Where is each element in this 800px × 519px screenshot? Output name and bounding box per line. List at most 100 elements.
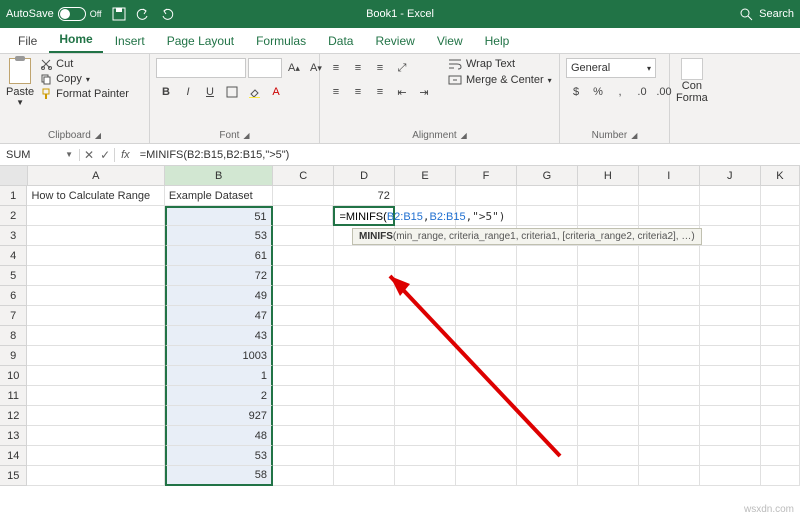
merge-center-button[interactable]: Merge & Center ▾ <box>448 74 552 86</box>
row-header-5[interactable]: 5 <box>0 266 27 286</box>
align-center-button[interactable]: ≡ <box>348 82 368 102</box>
cell-H14[interactable] <box>578 446 639 466</box>
select-all-corner[interactable] <box>0 166 28 186</box>
cell-I12[interactable] <box>639 406 700 426</box>
undo-icon[interactable] <box>136 7 150 21</box>
cell-G11[interactable] <box>517 386 578 406</box>
cell-F9[interactable] <box>456 346 517 366</box>
cell-J13[interactable] <box>700 426 761 446</box>
cell-B2[interactable]: 51 <box>165 206 273 226</box>
cancel-icon[interactable]: ✕ <box>84 148 94 162</box>
row-header-14[interactable]: 14 <box>0 446 27 466</box>
col-header-A[interactable]: A <box>28 166 166 186</box>
cell-F1[interactable] <box>456 186 517 206</box>
dialog-launcher-icon[interactable]: ◢ <box>95 131 101 140</box>
cell-I7[interactable] <box>639 306 700 326</box>
cell-A9[interactable] <box>27 346 164 366</box>
cell-H2[interactable] <box>578 206 639 226</box>
cell-I2[interactable] <box>639 206 700 226</box>
cell-F8[interactable] <box>456 326 517 346</box>
cell-A14[interactable] <box>27 446 164 466</box>
cell-E13[interactable] <box>395 426 456 446</box>
cell-H11[interactable] <box>578 386 639 406</box>
cell-D14[interactable] <box>334 446 395 466</box>
cell-B15[interactable]: 58 <box>165 466 273 486</box>
cell-A6[interactable] <box>27 286 164 306</box>
cell-A4[interactable] <box>27 246 164 266</box>
col-header-E[interactable]: E <box>395 166 456 186</box>
tab-insert[interactable]: Insert <box>105 29 155 53</box>
cell-F15[interactable] <box>456 466 517 486</box>
search-label[interactable]: Search <box>759 8 794 20</box>
row-header-2[interactable]: 2 <box>0 206 27 226</box>
row-header-10[interactable]: 10 <box>0 366 27 386</box>
cell-C11[interactable] <box>273 386 334 406</box>
cell-H15[interactable] <box>578 466 639 486</box>
tab-file[interactable]: File <box>8 29 47 53</box>
align-right-button[interactable]: ≡ <box>370 82 390 102</box>
col-header-B[interactable]: B <box>165 166 273 186</box>
align-middle-button[interactable]: ≡ <box>348 58 368 78</box>
cell-J11[interactable] <box>700 386 761 406</box>
cell-B1[interactable]: Example Dataset <box>165 186 273 206</box>
cell-D8[interactable] <box>334 326 395 346</box>
conditional-formatting-button[interactable]: Con Forma <box>676 58 708 139</box>
formula-input[interactable]: =MINIFS(B2:B15,B2:B15,">5") <box>136 149 800 161</box>
cell-A12[interactable] <box>27 406 164 426</box>
cell-F6[interactable] <box>456 286 517 306</box>
cell-F11[interactable] <box>456 386 517 406</box>
cell-D11[interactable] <box>334 386 395 406</box>
cell-H6[interactable] <box>578 286 639 306</box>
cell-B3[interactable]: 53 <box>165 226 273 246</box>
cell-H7[interactable] <box>578 306 639 326</box>
col-header-F[interactable]: F <box>456 166 517 186</box>
col-header-C[interactable]: C <box>273 166 334 186</box>
cell-C8[interactable] <box>273 326 334 346</box>
col-header-H[interactable]: H <box>578 166 639 186</box>
cell-G2[interactable] <box>517 206 578 226</box>
row-header-13[interactable]: 13 <box>0 426 27 446</box>
cell-F4[interactable] <box>456 246 517 266</box>
cell-C7[interactable] <box>273 306 334 326</box>
cell-J9[interactable] <box>700 346 761 366</box>
copy-button[interactable]: Copy▾ <box>40 73 129 85</box>
cell-K14[interactable] <box>761 446 800 466</box>
enter-icon[interactable]: ✓ <box>100 148 110 162</box>
tab-pagelayout[interactable]: Page Layout <box>157 29 244 53</box>
cell-C5[interactable] <box>273 266 334 286</box>
cell-D9[interactable] <box>334 346 395 366</box>
cell-K12[interactable] <box>761 406 800 426</box>
col-header-I[interactable]: I <box>639 166 700 186</box>
cut-button[interactable]: Cut <box>40 58 129 70</box>
cell-B10[interactable]: 1 <box>165 366 273 386</box>
row-header-4[interactable]: 4 <box>0 246 27 266</box>
cell-I14[interactable] <box>639 446 700 466</box>
cell-D5[interactable] <box>334 266 395 286</box>
cell-I6[interactable] <box>639 286 700 306</box>
cell-K11[interactable] <box>761 386 800 406</box>
cell-K9[interactable] <box>761 346 800 366</box>
cell-E9[interactable] <box>395 346 456 366</box>
row-header-3[interactable]: 3 <box>0 226 27 246</box>
cell-D12[interactable] <box>334 406 395 426</box>
cell-A7[interactable] <box>27 306 164 326</box>
underline-button[interactable]: U <box>200 82 220 102</box>
cell-G4[interactable] <box>517 246 578 266</box>
col-header-D[interactable]: D <box>334 166 395 186</box>
cell-H9[interactable] <box>578 346 639 366</box>
increase-font-button[interactable]: A▴ <box>284 58 304 78</box>
cell-J2[interactable] <box>700 206 761 226</box>
font-name-select[interactable] <box>156 58 246 78</box>
save-icon[interactable] <box>112 7 126 21</box>
cell-A13[interactable] <box>27 426 164 446</box>
cell-K2[interactable] <box>761 206 800 226</box>
cell-D7[interactable] <box>334 306 395 326</box>
align-bottom-button[interactable]: ≡ <box>370 58 390 78</box>
row-header-1[interactable]: 1 <box>0 186 27 206</box>
cell-D6[interactable] <box>334 286 395 306</box>
cell-A8[interactable] <box>27 326 164 346</box>
cell-G1[interactable] <box>517 186 578 206</box>
cell-E12[interactable] <box>395 406 456 426</box>
paste-button[interactable]: Paste ▼ <box>6 58 34 128</box>
cell-D2[interactable]: =MINIFS(B2:B15,B2:B15,">5") <box>333 206 395 226</box>
